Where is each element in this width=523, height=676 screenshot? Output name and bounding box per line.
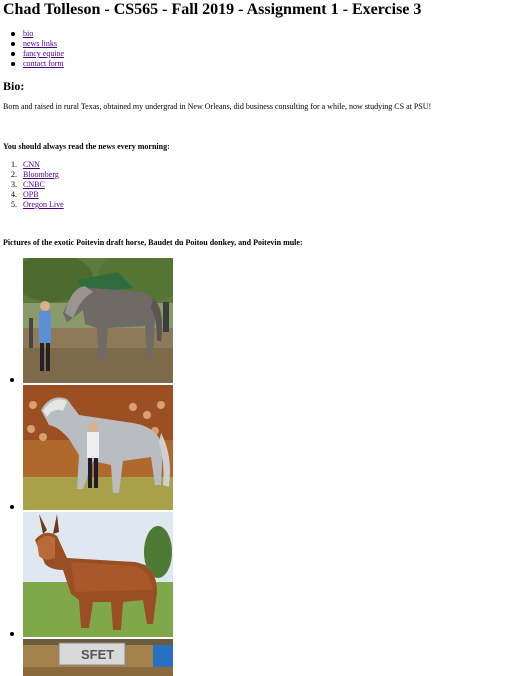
photo-bullet (10, 505, 14, 509)
photo-bullet (10, 632, 14, 636)
news-item-number: 4. (11, 190, 17, 199)
nav-link-news-links[interactable]: news links (23, 39, 57, 48)
banner-text: SFET (81, 647, 114, 662)
news-item: 1. CNN (11, 160, 64, 170)
nav-link-bio[interactable]: bio (23, 29, 33, 38)
news-item: 2. Bloomberg (11, 170, 64, 180)
nav-item-bio: bio (10, 29, 64, 39)
news-link-bloomberg[interactable]: Bloomberg (23, 170, 59, 179)
nav-list: bio news links fancy equine contact form (10, 29, 64, 69)
news-item-number: 5. (11, 200, 17, 209)
nav-link-fancy-equine[interactable]: fancy equine (23, 49, 64, 58)
bio-text: Born and raised in rural Texas, obtained… (3, 102, 432, 111)
mule-photo: SFET (23, 639, 173, 676)
bio-heading: Bio: (3, 79, 25, 93)
news-item: 3. CNBC (11, 180, 64, 190)
nav-item-contact-form: contact form (10, 59, 64, 69)
donkey-photo (23, 512, 173, 637)
news-list: 1. CNN 2. Bloomberg 3. CNBC 4. OPB 5. Oregon … (11, 160, 64, 210)
news-link-cnbc[interactable]: CNBC (23, 180, 45, 189)
photo-bullet (10, 378, 14, 382)
news-heading: You should always read the news every mo… (3, 142, 170, 151)
nav-link-contact-form[interactable]: contact form (23, 59, 64, 68)
news-link-oregon-live[interactable]: Oregon Live (23, 200, 64, 209)
news-item-number: 3. (11, 180, 17, 189)
nav-item-fancy-equine: fancy equine (10, 49, 64, 59)
news-link-cnn[interactable]: CNN (23, 160, 40, 169)
news-item-number: 2. (11, 170, 17, 179)
news-item: 4. OPB (11, 190, 64, 200)
page-title: Chad Tolleson - CS565 - Fall 2019 - Assi… (3, 1, 422, 18)
pictures-heading: Pictures of the exotic Poitevin draft ho… (3, 238, 303, 247)
nav-item-news-links: news links (10, 39, 64, 49)
news-item-number: 1. (11, 160, 17, 169)
horse-photo-1 (23, 258, 173, 383)
news-item: 5. Oregon Live (11, 200, 64, 210)
horse-photo-2 (23, 385, 173, 510)
news-link-opb[interactable]: OPB (23, 190, 39, 199)
